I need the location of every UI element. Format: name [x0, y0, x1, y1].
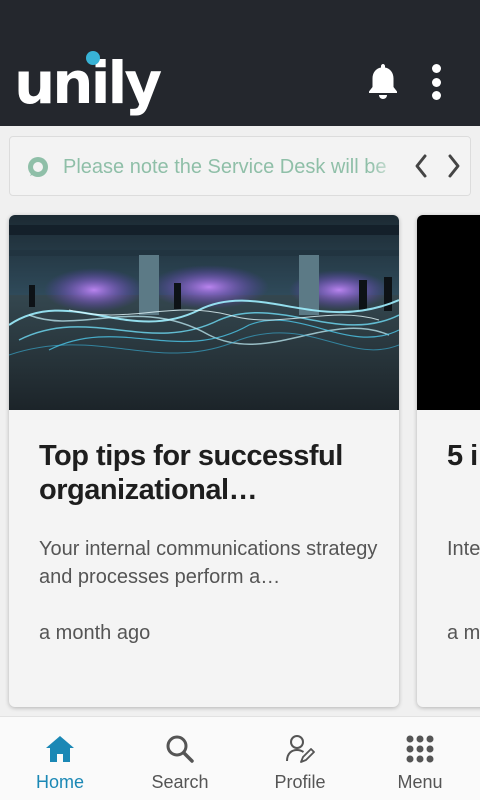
- news-card-image: [417, 215, 480, 410]
- notification-bell-icon[interactable]: [366, 62, 400, 100]
- chevron-right-icon[interactable]: [445, 153, 463, 179]
- news-card-date: a m: [447, 622, 480, 644]
- news-card-image: [9, 215, 399, 410]
- nav-search[interactable]: Search: [120, 717, 240, 800]
- notice-ticker[interactable]: Please note the Service Desk will be: [9, 136, 471, 196]
- notice-message[interactable]: Please note the Service Desk will be: [63, 153, 403, 181]
- news-card-next[interactable]: 5 i sha Inte imp a m: [417, 215, 480, 707]
- news-card[interactable]: Top tips for successful organizational… …: [9, 215, 399, 707]
- unily-logo[interactable]: unily: [14, 46, 162, 117]
- grid-menu-icon: [406, 735, 434, 763]
- chevron-left-icon[interactable]: [412, 153, 430, 179]
- news-card-excerpt: Inte imp: [447, 538, 480, 560]
- notice-navigation: [404, 137, 470, 195]
- nav-home-label: Home: [35, 772, 84, 792]
- profile-icon: [286, 735, 315, 763]
- kebab-dot: [431, 64, 441, 73]
- search-icon: [166, 735, 194, 763]
- news-card-title[interactable]: 5 i sha: [447, 439, 480, 473]
- news-card-title[interactable]: Top tips for successful organizational…: [39, 439, 379, 507]
- bottom-navigation: Home Search Profile Menu: [0, 716, 480, 800]
- news-card-excerpt: Your internal communications strategy an…: [39, 538, 378, 588]
- nav-profile[interactable]: Profile: [240, 717, 360, 800]
- nav-search-label: Search: [151, 772, 209, 792]
- kebab-dot: [431, 91, 441, 100]
- news-card-date: a month ago: [39, 622, 151, 644]
- kebab-dot: [431, 77, 441, 87]
- app-screen: unily Please note the Service Desk will …: [0, 0, 480, 800]
- app-header: unily: [0, 0, 480, 126]
- nav-home[interactable]: Home: [0, 717, 120, 800]
- logo-dot: [86, 51, 100, 65]
- logo-text: unily: [14, 49, 162, 117]
- home-icon: [46, 736, 74, 762]
- light-trails-image: [9, 215, 399, 410]
- nav-menu[interactable]: Menu: [360, 717, 480, 800]
- nav-profile-label: Profile: [274, 772, 326, 792]
- more-options-icon[interactable]: [428, 64, 444, 100]
- nav-menu-label: Menu: [397, 772, 443, 792]
- chat-bubble-icon: [28, 157, 48, 177]
- notice-fade: [370, 137, 404, 195]
